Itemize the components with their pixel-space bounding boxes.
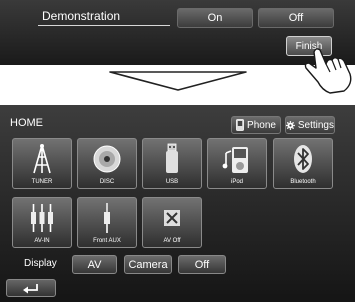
bluetooth-icon bbox=[294, 145, 312, 173]
phone-button[interactable]: Phone bbox=[231, 116, 281, 134]
disc-tile[interactable]: DISC bbox=[77, 138, 137, 189]
demo-off-button[interactable]: Off bbox=[258, 8, 334, 28]
display-label: Display bbox=[24, 258, 57, 269]
divider bbox=[38, 25, 170, 26]
ipod-tile[interactable]: iPod bbox=[207, 138, 267, 189]
display-camera-button[interactable]: Camera bbox=[124, 255, 172, 274]
disc-icon bbox=[93, 145, 121, 173]
home-screen: HOME Phone Settings TUNER DISC USB iPod … bbox=[0, 105, 355, 302]
display-off-button[interactable]: Off bbox=[178, 255, 226, 274]
tile-label: Front AUX bbox=[93, 238, 121, 244]
page-title: HOME bbox=[10, 117, 43, 129]
phone-label: Phone bbox=[247, 119, 276, 131]
bluetooth-tile[interactable]: Bluetooth bbox=[273, 138, 333, 189]
phone-icon bbox=[236, 119, 244, 131]
ipod-icon bbox=[222, 147, 248, 173]
settings-button[interactable]: Settings bbox=[285, 116, 335, 134]
hand-pointer-icon bbox=[304, 48, 352, 94]
front-aux-icon bbox=[104, 203, 110, 233]
tile-label: iPod bbox=[230, 179, 243, 185]
av-in-icon bbox=[31, 204, 53, 232]
av-off-tile[interactable]: AV Off bbox=[142, 197, 202, 248]
av-in-tile[interactable]: AV-IN bbox=[12, 197, 72, 248]
tuner-tile[interactable]: TUNER bbox=[12, 138, 72, 189]
demonstration-label: Demonstration bbox=[42, 9, 121, 23]
front-aux-tile[interactable]: Front AUX bbox=[77, 197, 137, 248]
tile-label: TUNER bbox=[31, 179, 53, 185]
tile-label: USB bbox=[165, 179, 179, 185]
tile-label: AV Off bbox=[163, 238, 181, 244]
back-button[interactable] bbox=[6, 279, 56, 297]
demo-on-button[interactable]: On bbox=[177, 8, 253, 28]
tile-label: DISC bbox=[99, 179, 115, 185]
settings-label: Settings bbox=[297, 119, 334, 131]
usb-tile[interactable]: USB bbox=[142, 138, 202, 189]
tile-label: AV-IN bbox=[34, 238, 50, 244]
av-off-icon bbox=[164, 210, 180, 226]
down-arrow-icon bbox=[109, 71, 247, 91]
antenna-icon bbox=[33, 144, 51, 174]
back-arrow-icon bbox=[23, 284, 38, 294]
usb-icon bbox=[166, 143, 178, 173]
display-av-button[interactable]: AV bbox=[72, 255, 117, 274]
gear-icon bbox=[286, 120, 295, 130]
tile-label: Bluetooth bbox=[290, 179, 316, 185]
